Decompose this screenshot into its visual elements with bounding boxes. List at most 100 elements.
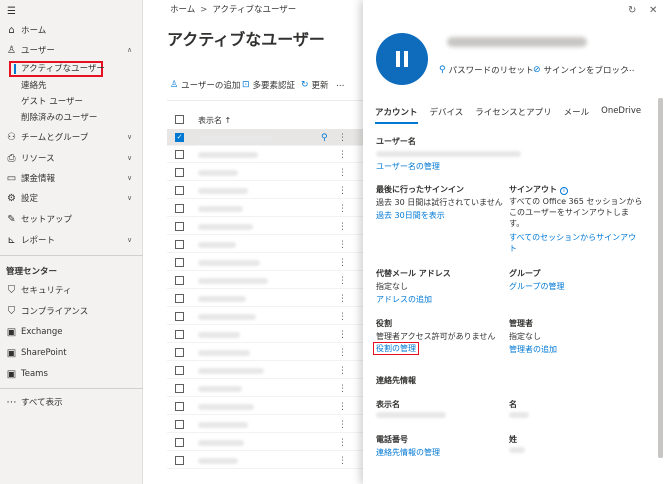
tab-devices[interactable]: デバイス xyxy=(430,106,464,124)
row-more-icon[interactable]: ⋮ xyxy=(338,204,347,214)
row-checkbox[interactable] xyxy=(175,240,184,249)
nav-admin-compliance[interactable]: ⛉ コンプライアンス xyxy=(0,302,143,320)
menu-toggle[interactable]: ☰ xyxy=(0,2,143,20)
nav-admin-teams[interactable]: ▣ Teams xyxy=(0,365,143,383)
manage-contact-info-link[interactable]: 連絡先情報の管理 xyxy=(376,447,440,458)
row-more-icon[interactable]: ⋮ xyxy=(338,348,347,358)
refresh-panel-icon[interactable]: ↻ xyxy=(628,5,636,16)
row-checkbox[interactable] xyxy=(175,150,184,159)
row-more-icon[interactable]: ⋮ xyxy=(338,312,347,322)
nav-show-all[interactable]: ⋯ すべて表示 xyxy=(0,393,143,411)
more-actions-button[interactable]: … xyxy=(626,64,635,74)
manage-roles-link[interactable]: 役割の管理 xyxy=(373,342,419,355)
row-more-icon[interactable]: ⋮ xyxy=(338,402,347,412)
row-more-icon[interactable]: ⋮ xyxy=(338,186,347,196)
nav-sub-contacts[interactable]: 連絡先 xyxy=(21,78,47,94)
table-row[interactable] xyxy=(167,236,363,253)
nav-admin-sharepoint[interactable]: ▣ SharePoint xyxy=(0,344,143,362)
row-checkbox[interactable] xyxy=(175,276,184,285)
row-more-icon[interactable]: ⋮ xyxy=(338,294,347,304)
manage-groups-link[interactable]: グループの管理 xyxy=(509,281,565,292)
add-address-link[interactable]: アドレスの追加 xyxy=(376,294,432,305)
tab-onedrive[interactable]: OneDrive xyxy=(601,106,641,124)
tab-account[interactable]: アカウント xyxy=(375,106,418,124)
row-checkbox[interactable] xyxy=(175,456,184,465)
table-row[interactable] xyxy=(167,434,363,451)
close-icon[interactable]: ✕ xyxy=(649,5,657,16)
row-more-icon[interactable]: ⋮ xyxy=(338,240,347,250)
breadcrumb-home[interactable]: ホーム xyxy=(170,5,195,15)
nav-item-users[interactable]: ♙ ユーザー ∧ xyxy=(0,41,143,59)
refresh-button[interactable]: ↻ 更新 xyxy=(301,79,329,91)
row-more-icon[interactable]: ⋮ xyxy=(338,133,347,143)
table-row[interactable] xyxy=(167,182,363,199)
row-checkbox[interactable] xyxy=(175,384,184,393)
row-checkbox[interactable] xyxy=(175,438,184,447)
add-manager-link[interactable]: 管理者の追加 xyxy=(509,344,557,355)
row-checkbox[interactable] xyxy=(175,312,184,321)
manage-username-link[interactable]: ユーザー名の管理 xyxy=(376,161,440,172)
nav-sub-active-users[interactable]: アクティブなユーザー xyxy=(9,61,105,77)
row-checkbox[interactable] xyxy=(175,204,184,213)
block-signin-button[interactable]: ⊘ サインインをブロック xyxy=(533,64,629,76)
table-row[interactable] xyxy=(167,308,363,325)
row-checkbox[interactable] xyxy=(175,420,184,429)
nav-item-resources[interactable]: ⎙ リソース ∨ xyxy=(0,149,143,167)
tab-mail[interactable]: メール xyxy=(564,106,590,124)
signout-all-sessions-link[interactable]: すべてのセッションからサインアウト xyxy=(509,232,639,254)
table-row[interactable] xyxy=(167,200,363,217)
panel-scrollbar[interactable] xyxy=(658,98,663,458)
nav-admin-security[interactable]: ⛉ セキュリティ xyxy=(0,281,143,299)
table-row[interactable] xyxy=(167,326,363,343)
info-icon[interactable]: i xyxy=(560,187,568,195)
row-checkbox[interactable] xyxy=(175,330,184,339)
row-more-icon[interactable]: ⋮ xyxy=(338,420,347,430)
row-more-icon[interactable]: ⋮ xyxy=(338,258,347,268)
nav-sub-deleted-users[interactable]: 削除済みのユーザー xyxy=(21,110,97,126)
more-commands-button[interactable]: … xyxy=(336,79,345,89)
row-more-icon[interactable]: ⋮ xyxy=(338,276,347,286)
row-checkbox[interactable]: ✓ xyxy=(175,133,184,142)
table-row[interactable] xyxy=(167,254,363,271)
table-row[interactable] xyxy=(167,452,363,469)
row-checkbox[interactable] xyxy=(175,294,184,303)
row-more-icon[interactable]: ⋮ xyxy=(338,330,347,340)
row-more-icon[interactable]: ⋮ xyxy=(338,168,347,178)
row-checkbox[interactable] xyxy=(175,366,184,375)
nav-item-teams-groups[interactable]: ⚇ チームとグループ ∨ xyxy=(0,128,143,146)
row-checkbox[interactable] xyxy=(175,402,184,411)
nav-item-home[interactable]: ⌂ ホーム xyxy=(0,21,143,39)
nav-item-billing[interactable]: ▭ 課金情報 ∨ xyxy=(0,169,143,187)
nav-item-settings[interactable]: ⚙ 設定 ∨ xyxy=(0,189,143,207)
table-row[interactable] xyxy=(167,380,363,397)
table-row[interactable] xyxy=(167,164,363,181)
table-row[interactable] xyxy=(167,344,363,361)
add-user-button[interactable]: ♙ ユーザーの追加 xyxy=(170,79,240,91)
table-row[interactable] xyxy=(167,416,363,433)
table-row[interactable] xyxy=(167,290,363,307)
table-row[interactable] xyxy=(167,398,363,415)
row-more-icon[interactable]: ⋮ xyxy=(338,366,347,376)
nav-sub-guest-users[interactable]: ゲスト ユーザー xyxy=(21,94,83,110)
row-more-icon[interactable]: ⋮ xyxy=(338,456,347,466)
table-row[interactable] xyxy=(167,218,363,235)
row-checkbox[interactable] xyxy=(175,186,184,195)
row-more-icon[interactable]: ⋮ xyxy=(338,438,347,448)
row-more-icon[interactable]: ⋮ xyxy=(338,384,347,394)
nav-item-setup[interactable]: ✎ セットアップ xyxy=(0,210,143,228)
nav-admin-exchange[interactable]: ▣ Exchange xyxy=(0,323,143,341)
nav-item-reports[interactable]: ⊾ レポート ∨ xyxy=(0,231,143,249)
row-more-icon[interactable]: ⋮ xyxy=(338,150,347,160)
tab-licenses-apps[interactable]: ライセンスとアプリ xyxy=(475,106,551,124)
row-checkbox[interactable] xyxy=(175,258,184,267)
mfa-button[interactable]: ⊡ 多要素認証 xyxy=(242,79,295,91)
reset-password-button[interactable]: ⚲ パスワードのリセット xyxy=(439,64,534,76)
row-checkbox[interactable] xyxy=(175,222,184,231)
column-header-display-name[interactable]: 表示名 ↑ xyxy=(198,115,231,126)
row-more-icon[interactable]: ⋮ xyxy=(338,222,347,232)
table-row[interactable] xyxy=(167,146,363,163)
row-checkbox[interactable] xyxy=(175,168,184,177)
view-last-30-days-link[interactable]: 過去 30日間を表示 xyxy=(376,210,445,221)
table-row[interactable] xyxy=(167,362,363,379)
search-icon[interactable]: ⚲ xyxy=(321,133,328,143)
